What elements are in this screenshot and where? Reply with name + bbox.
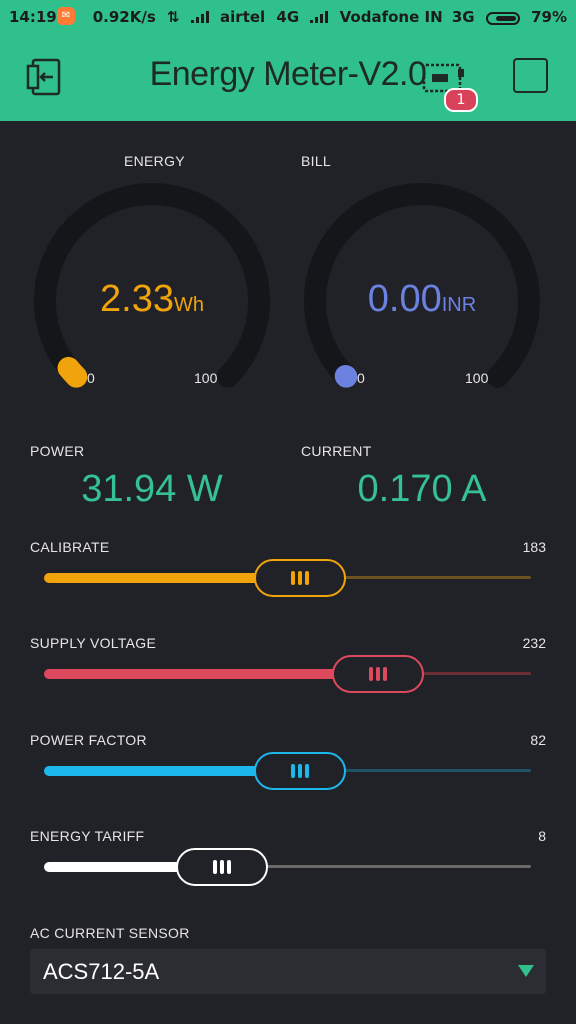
status-time: 14:19 <box>9 8 57 26</box>
ac-current-sensor-dropdown[interactable]: ACS712-5A <box>30 949 546 994</box>
bill-gauge-min: 0 <box>357 370 365 386</box>
slider-handle[interactable] <box>175 848 268 886</box>
gauge-fill <box>57 356 88 388</box>
notification-icon: ✉ <box>57 7 75 25</box>
slider-fill <box>44 669 356 679</box>
energy-gauge-min: 0 <box>87 370 95 386</box>
slider-grip-icon <box>368 667 387 681</box>
dropdown-arrow-icon <box>518 965 534 977</box>
network-type-2: 3G <box>451 8 475 26</box>
slider-grip-icon <box>290 764 309 778</box>
bill-gauge-max: 100 <box>465 370 489 386</box>
power-factor-slider[interactable] <box>44 752 531 790</box>
supply-voltage-slider[interactable] <box>44 655 531 693</box>
energy-tariff-value: 8 <box>538 828 546 844</box>
current-label: CURRENT <box>301 443 372 459</box>
calibrate-slider[interactable] <box>44 559 531 597</box>
calibrate-slider-block: CALIBRATE 183 <box>0 539 576 629</box>
energy-tariff-label: ENERGY TARIFF <box>30 828 145 844</box>
energy-value: 2.33 <box>100 278 174 320</box>
device-notification-badge: 1 <box>444 88 478 112</box>
slider-handle[interactable] <box>253 559 346 597</box>
energy-gauge-max: 100 <box>194 370 218 386</box>
energy-gauge-label: ENERGY <box>124 153 185 169</box>
battery-icon <box>485 12 520 25</box>
slider-grip-icon <box>290 571 309 585</box>
gauge-fill <box>334 364 358 388</box>
supply-voltage-label: SUPPLY VOLTAGE <box>30 635 157 651</box>
power-value: 31.94 W <box>81 468 223 510</box>
carrier-2: Vodafone IN <box>339 8 443 26</box>
power-factor-slider-block: POWER FACTOR 82 <box>0 732 576 822</box>
slider-handle[interactable] <box>331 655 424 693</box>
power-label: POWER <box>30 443 85 459</box>
slider-grip-icon <box>212 860 231 874</box>
data-transfer-icon: ⇅ <box>166 8 180 26</box>
signal-icon-2 <box>310 11 329 23</box>
energy-gauge-value: 2.33Wh <box>82 278 222 321</box>
supply-voltage-value: 232 <box>522 635 546 651</box>
square-icon[interactable] <box>513 58 548 93</box>
status-right: 0.92K/s ⇅ airtel 4G Vodafone IN 3G 79% <box>87 8 567 26</box>
power-factor-label: POWER FACTOR <box>30 732 147 748</box>
supply-voltage-slider-block: SUPPLY VOLTAGE 232 <box>0 635 576 725</box>
bill-unit: INR <box>441 294 477 316</box>
calibrate-label: CALIBRATE <box>30 539 110 555</box>
app-title: Energy Meter-V2.0 <box>149 55 427 93</box>
bill-gauge-value: 0.00INR <box>352 278 492 321</box>
current-value: 0.170 A <box>357 468 487 510</box>
carrier-1: airtel <box>220 8 266 26</box>
bill-gauge-label: BILL <box>301 153 331 169</box>
calibrate-value: 183 <box>522 539 546 555</box>
power-factor-value: 82 <box>530 732 546 748</box>
slider-fill <box>44 766 278 776</box>
network-speed: 0.92K/s <box>92 8 156 26</box>
selected-sensor: ACS712-5A <box>43 959 160 984</box>
slider-handle[interactable] <box>253 752 346 790</box>
network-type-1: 4G <box>276 8 300 26</box>
app-header: Energy Meter-V2.0 <box>0 33 576 121</box>
battery-percent: 79% <box>531 8 567 26</box>
status-bar: 14:19 ✉ 0.92K/s ⇅ airtel 4G Vodafone IN … <box>0 0 576 33</box>
bill-value: 0.00 <box>367 278 442 320</box>
slider-fill <box>44 573 278 583</box>
ac-current-sensor-label: AC CURRENT SENSOR <box>30 925 190 941</box>
energy-tariff-slider-block: ENERGY TARIFF 8 <box>0 828 576 918</box>
signal-icon <box>190 11 209 23</box>
energy-tariff-slider[interactable] <box>44 848 531 886</box>
energy-unit: Wh <box>173 294 204 316</box>
